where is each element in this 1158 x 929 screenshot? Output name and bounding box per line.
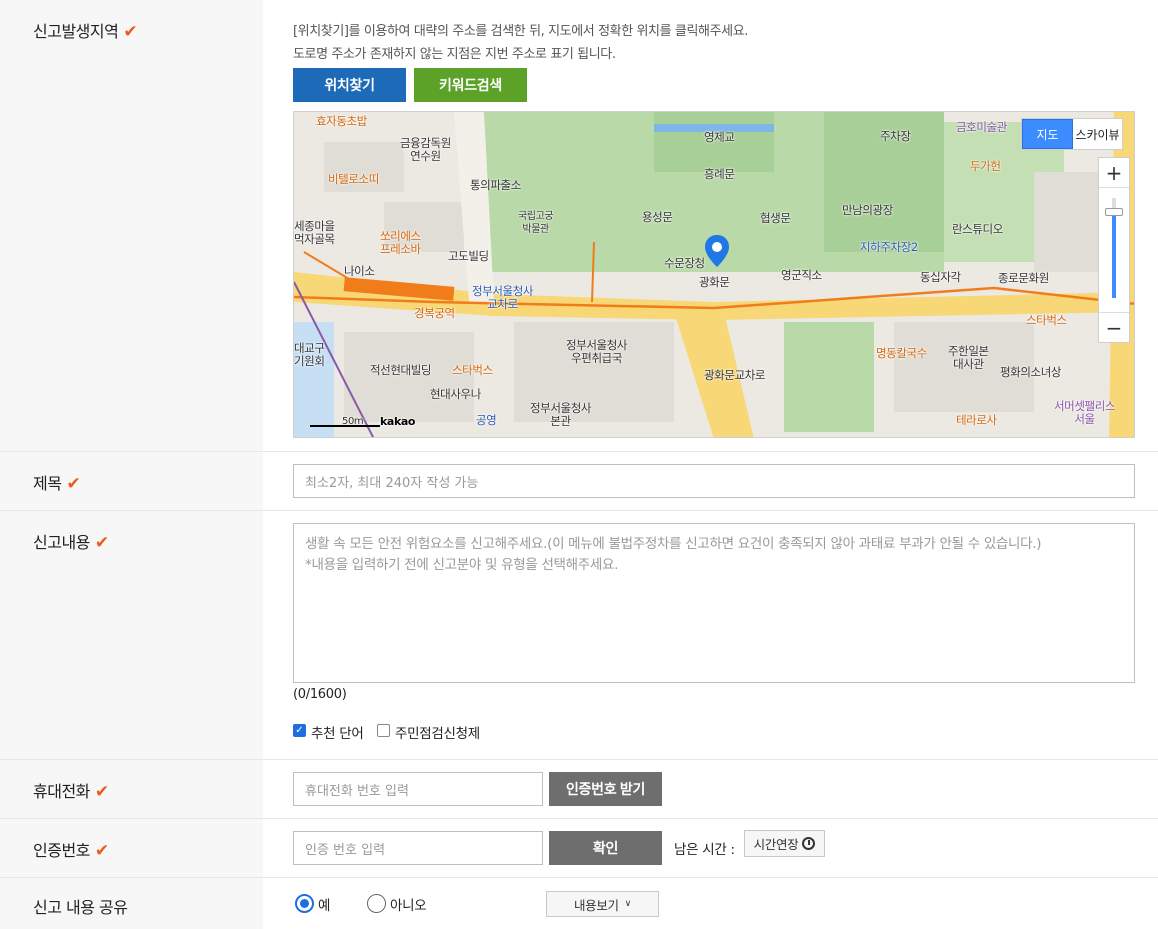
phone-label: 휴대전화 ✔: [33, 782, 109, 802]
confirm-button[interactable]: 확인: [549, 831, 662, 865]
map-label: 광화문교차로: [704, 368, 766, 382]
map-label: 명동칼국수: [876, 346, 927, 360]
row-label-area: 신고내용 ✔: [0, 511, 263, 759]
row-label-area: 휴대전화 ✔: [0, 760, 263, 818]
recommend-label: 추천 단어: [311, 726, 364, 742]
map-label: 동십자각: [920, 270, 961, 284]
map-label: 란스튜디오: [952, 222, 1003, 236]
map-view[interactable]: 효자동초밥 금융감독원 연수원 영제교 흥례문 주차장 금호미술관 두가헌 비텔…: [293, 111, 1135, 438]
remaining-time-label: 남은 시간 :: [674, 842, 735, 858]
map-label: 주차장: [880, 129, 911, 143]
map-label: 주한일본 대사관: [948, 344, 989, 371]
row-label-area: 신고 내용 공유: [0, 878, 263, 929]
find-location-button[interactable]: 위치찾기: [293, 68, 406, 102]
map-label: 만남의광장: [842, 203, 893, 217]
zoom-control: + −: [1098, 157, 1130, 343]
map-label: 나이소: [344, 264, 375, 278]
chevron-down-icon: ∨: [624, 899, 632, 909]
map-label: 용성문: [642, 210, 673, 224]
location-help-2: 도로명 주소가 존재하지 않는 지점은 지번 주소로 표기 됩니다.: [293, 47, 616, 62]
zoom-out-button[interactable]: −: [1099, 312, 1129, 342]
map-label: 적선현대빌딩: [370, 363, 432, 377]
required-check-icon: ✔: [94, 782, 109, 802]
zoom-in-button[interactable]: +: [1099, 158, 1129, 188]
location-pin-icon: [705, 235, 729, 267]
content-label: 신고내용 ✔: [33, 533, 109, 553]
content-textarea[interactable]: 생활 속 모든 안전 위험요소를 신고해주세요.(이 메뉴에 불법주정차를 신고…: [293, 523, 1135, 683]
resident-checkbox[interactable]: [377, 724, 390, 737]
map-label: 금융감독원 연수원: [400, 136, 451, 163]
map-label: 서머셋팰리스 서울: [1054, 399, 1116, 426]
row-label-area: 제목 ✔: [0, 452, 263, 510]
clock-icon: [802, 837, 816, 850]
kakao-logo: kakao: [380, 415, 416, 428]
location-help-1: [위치찾기]를 이용하여 대략의 주소를 검색한 뒤, 지도에서 정확한 위치를…: [293, 24, 748, 39]
extend-time-button[interactable]: 시간연장: [744, 830, 825, 857]
required-check-icon: ✔: [94, 841, 109, 861]
map-label: 비텔로소띠: [328, 172, 379, 186]
map-label: 세종마을 먹자골목: [294, 219, 335, 246]
phone-input[interactable]: 휴대전화 번호 입력: [293, 772, 543, 806]
map-type-map-button[interactable]: 지도: [1022, 119, 1073, 149]
title-input[interactable]: 최소2자, 최대 240자 작성 가능: [293, 464, 1135, 498]
block-7: [294, 322, 334, 437]
share-label: 신고 내용 공유: [33, 898, 128, 917]
map-label: 두가헌: [970, 159, 1001, 173]
map-label: 종로문화원: [998, 271, 1049, 285]
map-type-skyview-button[interactable]: 스카이뷰: [1073, 119, 1122, 149]
view-content-label: 내용보기: [573, 897, 619, 913]
row-label-area: 신고발생지역 ✔: [0, 0, 263, 451]
request-code-button[interactable]: 인증번호 받기: [549, 772, 662, 806]
share-yes-label: 예: [318, 898, 331, 914]
map-label: 영군직소: [781, 268, 822, 282]
map-label: 테라로사: [956, 413, 997, 427]
block-3: [344, 332, 474, 422]
recommend-checkbox[interactable]: ✓: [293, 724, 306, 737]
verify-code-input[interactable]: 인증 번호 입력: [293, 831, 543, 865]
map-label: 협생문: [760, 211, 791, 225]
required-check-icon: ✔: [123, 22, 138, 42]
share-no-label: 아니오: [390, 898, 427, 914]
extend-time-label: 시간연장: [753, 837, 799, 852]
map-scale-bar: [310, 425, 380, 427]
content-counter: (0/1600): [293, 687, 347, 702]
map-label: 평화의소녀상: [1000, 365, 1062, 379]
park-green: [784, 322, 874, 432]
map-label: 국립고궁 박물관: [518, 211, 554, 235]
required-check-icon: ✔: [94, 533, 109, 553]
keyword-search-button[interactable]: 키워드검색: [414, 68, 527, 102]
zoom-fill: [1112, 214, 1116, 298]
map-label: 수문장청: [664, 256, 705, 270]
map-label: 쏘리에스 프레소바: [380, 229, 421, 256]
map-label: 효자동초밥: [316, 114, 367, 128]
map-label: 지하주차장2: [860, 240, 918, 254]
verify-label: 인증번호 ✔: [33, 841, 109, 861]
map-label: 영제교: [704, 130, 735, 144]
zoom-slider-handle[interactable]: [1105, 208, 1123, 216]
map-label: 광화문: [699, 275, 730, 289]
map-label: 대교구 기원회: [294, 341, 325, 368]
map-label: 경복궁역: [414, 306, 455, 320]
required-check-icon: ✔: [66, 474, 81, 494]
location-label: 신고발생지역 ✔: [33, 22, 138, 42]
map-label: 정부서울청사 우편취급국: [566, 338, 628, 365]
share-no-radio[interactable]: [367, 894, 386, 913]
title-label: 제목 ✔: [33, 474, 81, 494]
map-label: 스타벅스: [1026, 313, 1067, 327]
share-yes-radio[interactable]: [295, 894, 314, 913]
view-content-button[interactable]: 내용보기 ∨: [546, 891, 659, 917]
map-label: 금호미술관: [956, 120, 1007, 134]
map-label: 스타벅스: [452, 363, 493, 377]
row-label-area: 인증번호 ✔: [0, 819, 263, 877]
map-label: 통의파출소: [470, 178, 521, 192]
map-label: 흥례문: [704, 167, 735, 181]
map-type-toggle: 지도 스카이뷰: [1021, 118, 1123, 150]
resident-label: 주민점검신청제: [395, 726, 480, 742]
map-label: 공영: [476, 413, 497, 427]
map-label: 고도빌딩: [448, 249, 489, 263]
map-label: 정부서울청사 본관: [530, 401, 592, 428]
map-label: 현대사우나: [430, 387, 481, 401]
map-label: 정부서울청사 교차로: [472, 284, 534, 311]
